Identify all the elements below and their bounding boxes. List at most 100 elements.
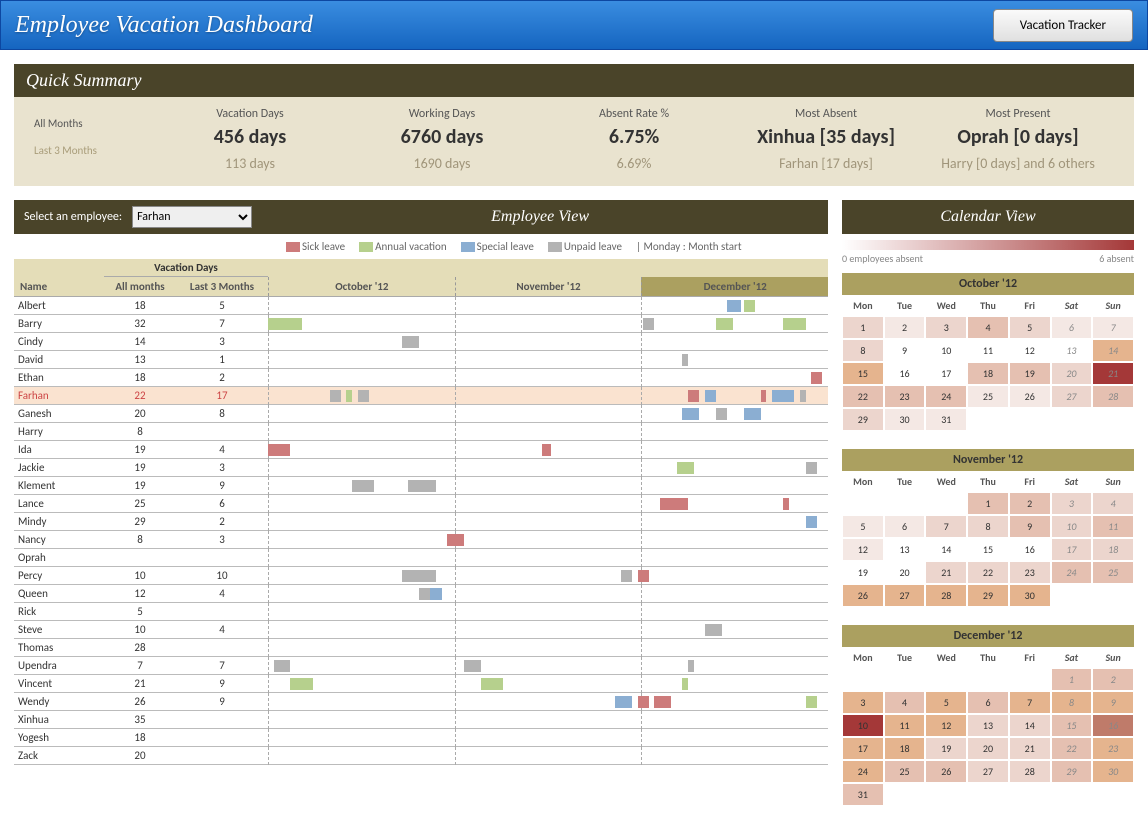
- calendar-day[interactable]: 24: [1051, 561, 1093, 584]
- calendar-day[interactable]: 11: [884, 714, 926, 737]
- calendar-day[interactable]: 3: [1051, 492, 1093, 515]
- calendar-day[interactable]: 28: [1009, 760, 1051, 783]
- table-row[interactable]: Rick 5: [14, 603, 828, 621]
- calendar-day[interactable]: 27: [967, 760, 1009, 783]
- calendar-day[interactable]: 6: [884, 515, 926, 538]
- calendar-day[interactable]: 13: [967, 714, 1009, 737]
- table-row[interactable]: Mindy 29 2: [14, 513, 828, 531]
- calendar-day[interactable]: 8: [967, 515, 1009, 538]
- table-row[interactable]: Klement 19 9: [14, 477, 828, 495]
- calendar-day[interactable]: 1: [967, 492, 1009, 515]
- calendar-day[interactable]: 30: [884, 408, 926, 431]
- table-row[interactable]: Steve 10 4: [14, 621, 828, 639]
- table-row[interactable]: Yogesh 18: [14, 729, 828, 747]
- table-row[interactable]: Ida 19 4: [14, 441, 828, 459]
- calendar-day[interactable]: 25: [967, 385, 1009, 408]
- table-row[interactable]: Cindy 14 3: [14, 333, 828, 351]
- calendar-day[interactable]: 12: [1009, 339, 1051, 362]
- table-row[interactable]: Harry 8: [14, 423, 828, 441]
- calendar-day[interactable]: 4: [884, 691, 926, 714]
- table-row[interactable]: Percy 10 10: [14, 567, 828, 585]
- table-row[interactable]: Nancy 8 3: [14, 531, 828, 549]
- calendar-day[interactable]: 19: [925, 737, 967, 760]
- table-row[interactable]: Vincent 21 9: [14, 675, 828, 693]
- table-row[interactable]: Xinhua 35: [14, 711, 828, 729]
- calendar-day[interactable]: 29: [1051, 760, 1093, 783]
- calendar-day[interactable]: 20: [884, 561, 926, 584]
- calendar-day[interactable]: 1: [1051, 668, 1093, 691]
- calendar-day[interactable]: 2: [884, 316, 926, 339]
- calendar-day[interactable]: 6: [1051, 316, 1093, 339]
- calendar-day[interactable]: 21: [925, 561, 967, 584]
- calendar-day[interactable]: 28: [925, 584, 967, 607]
- calendar-day[interactable]: 15: [967, 538, 1009, 561]
- calendar-day[interactable]: 25: [1092, 561, 1134, 584]
- table-row[interactable]: Ganesh 20 8: [14, 405, 828, 423]
- calendar-day[interactable]: 30: [1009, 584, 1051, 607]
- calendar-day[interactable]: 9: [884, 339, 926, 362]
- calendar-day[interactable]: 30: [1092, 760, 1134, 783]
- calendar-day[interactable]: 17: [1051, 538, 1093, 561]
- calendar-day[interactable]: 28: [1092, 385, 1134, 408]
- table-row[interactable]: Barry 32 7: [14, 315, 828, 333]
- calendar-day[interactable]: 14: [1092, 339, 1134, 362]
- table-row[interactable]: Jackie 19 3: [14, 459, 828, 477]
- calendar-day[interactable]: 8: [1051, 691, 1093, 714]
- calendar-day[interactable]: 7: [1092, 316, 1134, 339]
- table-row[interactable]: Upendra 7 7: [14, 657, 828, 675]
- calendar-day[interactable]: 19: [1009, 362, 1051, 385]
- table-row[interactable]: Thomas 28: [14, 639, 828, 657]
- calendar-day[interactable]: 22: [842, 385, 884, 408]
- calendar-day[interactable]: 5: [842, 515, 884, 538]
- calendar-day[interactable]: 4: [1092, 492, 1134, 515]
- calendar-day[interactable]: 4: [967, 316, 1009, 339]
- calendar-day[interactable]: 12: [925, 714, 967, 737]
- employee-select[interactable]: Farhan: [132, 206, 252, 228]
- calendar-day[interactable]: 16: [1092, 714, 1134, 737]
- calendar-day[interactable]: 5: [1009, 316, 1051, 339]
- calendar-day[interactable]: 17: [925, 362, 967, 385]
- calendar-day[interactable]: 10: [1051, 515, 1093, 538]
- calendar-day[interactable]: 2: [1009, 492, 1051, 515]
- calendar-day[interactable]: 31: [842, 783, 884, 806]
- table-row[interactable]: Lance 25 6: [14, 495, 828, 513]
- calendar-day[interactable]: 26: [842, 584, 884, 607]
- calendar-day[interactable]: 3: [842, 691, 884, 714]
- calendar-day[interactable]: 22: [1051, 737, 1093, 760]
- calendar-day[interactable]: 26: [925, 760, 967, 783]
- calendar-day[interactable]: 15: [1051, 714, 1093, 737]
- calendar-day[interactable]: 24: [925, 385, 967, 408]
- calendar-day[interactable]: 9: [1009, 515, 1051, 538]
- table-row[interactable]: Zack 20: [14, 747, 828, 765]
- table-row[interactable]: Albert 18 5: [14, 297, 828, 315]
- table-row[interactable]: David 13 1: [14, 351, 828, 369]
- calendar-day[interactable]: 9: [1092, 691, 1134, 714]
- calendar-day[interactable]: 19: [842, 561, 884, 584]
- calendar-day[interactable]: 10: [925, 339, 967, 362]
- calendar-day[interactable]: 8: [842, 339, 884, 362]
- calendar-day[interactable]: 23: [1092, 737, 1134, 760]
- calendar-day[interactable]: 21: [1092, 362, 1134, 385]
- calendar-day[interactable]: 22: [967, 561, 1009, 584]
- calendar-day[interactable]: 27: [884, 584, 926, 607]
- calendar-day[interactable]: 23: [884, 385, 926, 408]
- calendar-day[interactable]: 7: [925, 515, 967, 538]
- calendar-day[interactable]: 14: [925, 538, 967, 561]
- calendar-day[interactable]: 3: [925, 316, 967, 339]
- calendar-day[interactable]: 5: [925, 691, 967, 714]
- calendar-day[interactable]: 25: [884, 760, 926, 783]
- calendar-day[interactable]: 1: [842, 316, 884, 339]
- calendar-day[interactable]: 18: [967, 362, 1009, 385]
- calendar-day[interactable]: 6: [967, 691, 1009, 714]
- calendar-day[interactable]: 20: [967, 737, 1009, 760]
- calendar-day[interactable]: 20: [1051, 362, 1093, 385]
- calendar-day[interactable]: 16: [1009, 538, 1051, 561]
- calendar-day[interactable]: 18: [884, 737, 926, 760]
- table-row[interactable]: Ethan 18 2: [14, 369, 828, 387]
- calendar-day[interactable]: 26: [1009, 385, 1051, 408]
- vacation-tracker-button[interactable]: Vacation Tracker: [993, 9, 1133, 42]
- table-row[interactable]: Oprah: [14, 549, 828, 567]
- calendar-day[interactable]: 24: [842, 760, 884, 783]
- table-row[interactable]: Wendy 26 9: [14, 693, 828, 711]
- calendar-day[interactable]: 14: [1009, 714, 1051, 737]
